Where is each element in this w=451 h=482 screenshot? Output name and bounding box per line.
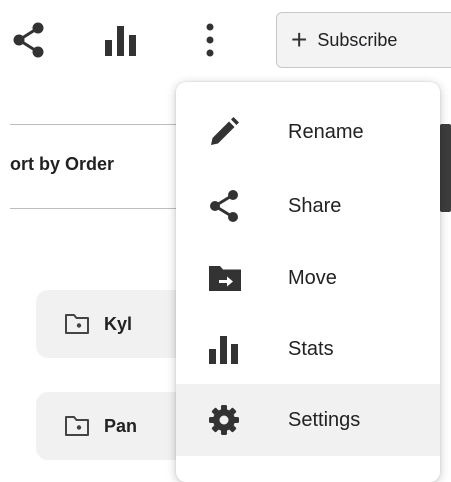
- sort-label[interactable]: ort by Order: [10, 154, 114, 175]
- plus-icon: +: [291, 24, 308, 55]
- subscribe-label: Subscribe: [317, 29, 398, 50]
- menu-item-move[interactable]: Move: [176, 242, 440, 314]
- menu-item-settings[interactable]: Settings: [176, 384, 440, 456]
- menu-item-stats[interactable]: Stats: [176, 313, 440, 385]
- divider: [10, 208, 178, 209]
- folder-row[interactable]: Pan: [36, 392, 196, 460]
- subscribe-button[interactable]: + Subscribe: [276, 12, 451, 68]
- divider: [10, 124, 178, 125]
- share-icon: [210, 190, 238, 222]
- move-folder-icon: [209, 266, 241, 291]
- menu-item-label: Stats: [288, 337, 334, 360]
- folder-name: Kyl: [104, 313, 133, 334]
- bar-chart-icon[interactable]: [104, 24, 138, 56]
- menu-item-rename[interactable]: Rename: [176, 96, 440, 168]
- folder-name: Pan: [104, 415, 138, 436]
- bar-chart-icon: [209, 336, 238, 364]
- context-menu: Rename Share Move Stats Settings: [176, 82, 440, 482]
- gear-icon: [209, 405, 239, 435]
- pencil-icon: [211, 117, 239, 145]
- folder-row[interactable]: Kyl: [36, 290, 196, 358]
- menu-item-label: Settings: [288, 408, 361, 431]
- menu-item-label: Share: [288, 194, 342, 217]
- menu-item-label: Rename: [288, 120, 364, 143]
- menu-item-share[interactable]: Share: [176, 170, 440, 242]
- folder-icon: [65, 416, 89, 436]
- folder-icon: [65, 314, 89, 334]
- share-icon[interactable]: [12, 22, 46, 58]
- more-vert-icon[interactable]: [204, 22, 216, 58]
- menu-item-label: Move: [288, 266, 337, 289]
- scrollbar-thumb[interactable]: [440, 124, 451, 212]
